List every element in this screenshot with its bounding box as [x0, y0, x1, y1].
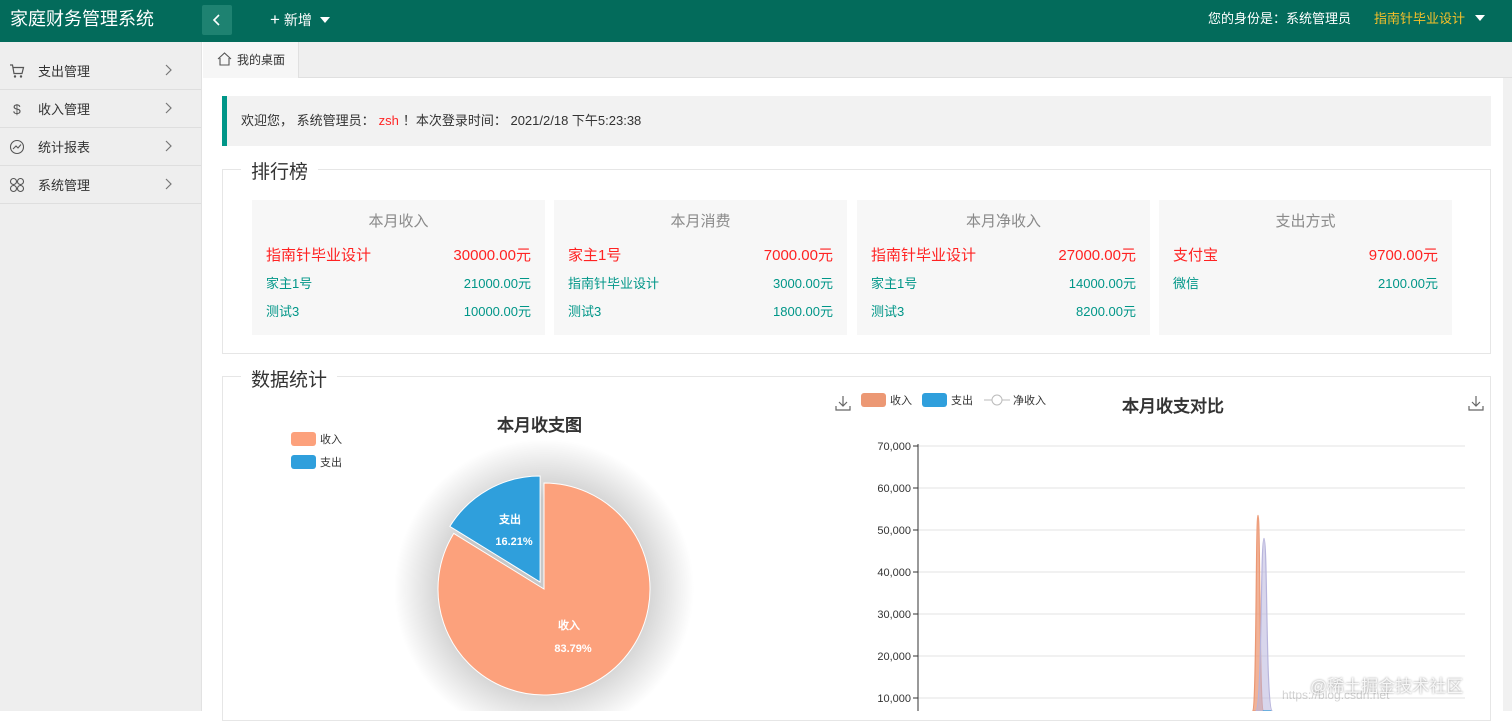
- sidebar-item-label: 系统管理: [38, 178, 91, 193]
- rank-name: 测试3: [266, 304, 300, 319]
- sidebar-item-label: 统计报表: [38, 140, 91, 155]
- stats-legend: 数据统计: [241, 365, 338, 392]
- rank-value: 30000.00元: [453, 247, 531, 264]
- area-series: [1251, 514, 1273, 711]
- chart-icon: [9, 139, 25, 155]
- area-legend-income[interactable]: 收入: [890, 392, 912, 408]
- tab-strip: 我的桌面: [203, 42, 1512, 78]
- pie-chart: 支出 16.21% 收入 83.79%: [394, 440, 694, 711]
- top-navbar: 家庭财务管理系统 + 新增 您的身份是：系统管理员 指南针毕业设计: [0, 0, 1512, 42]
- vertical-scrollbar[interactable]: [1503, 78, 1512, 711]
- rank-value: 10000.00元: [463, 304, 531, 319]
- y-tick-label: 50,000: [877, 525, 911, 537]
- legend-swatch-income[interactable]: [861, 393, 886, 407]
- rank-name: 指南针毕业设计: [266, 247, 372, 264]
- ranking-legend: 排行榜: [241, 157, 319, 184]
- rank-card-payment-method: 支出方式 支付宝 9700.00元 微信 2100.00元: [1159, 200, 1452, 335]
- rank-card-month-spending: 本月消费 家主1号 7000.00元 指南针毕业设计 3000.00元 测试3 …: [554, 200, 847, 335]
- chevron-right-icon: [165, 140, 172, 152]
- area-grid: 10,000 20,000 30,000 40,000 50,000 60,000 70,0…: [877, 441, 1465, 705]
- home-icon: [217, 52, 232, 66]
- rank-value: 8200.00元: [1076, 304, 1136, 319]
- rank-name: 测试3: [568, 304, 602, 319]
- rank-card-month-income: 本月收入 指南针毕业设计 30000.00元 家主1号 21000.00元 测试…: [252, 200, 545, 335]
- collapse-sidebar-button[interactable]: [202, 5, 232, 35]
- new-button[interactable]: + 新增: [270, 0, 330, 40]
- pie-chart-title: 本月收支图: [497, 416, 582, 435]
- download-icon[interactable]: [835, 395, 851, 411]
- plus-icon: +: [270, 10, 280, 29]
- rank-name: 指南针毕业设计: [568, 276, 660, 291]
- sidebar-item-system[interactable]: 系统管理: [0, 166, 201, 204]
- rank-name: 家主1号: [568, 247, 622, 264]
- pie-label-income-name: 收入: [558, 618, 580, 632]
- welcome-suffix: ！本次登录时间： 2021/2/18 下午5:23:38: [402, 113, 642, 128]
- rank-value: 9700.00元: [1368, 247, 1438, 264]
- rank-value: 1800.00元: [773, 304, 833, 319]
- caret-down-icon: [319, 16, 330, 23]
- y-tick-label: 40,000: [877, 567, 911, 579]
- welcome-prefix: 欢迎您， 系统管理员：: [241, 113, 375, 128]
- area-chart: 10,000 20,000 30,000 40,000 50,000 60,000 70,0…: [877, 441, 1465, 711]
- chevron-left-icon: [212, 14, 220, 26]
- download-icon[interactable]: [1468, 395, 1484, 411]
- sidebar-item-income[interactable]: $ 收入管理: [0, 90, 201, 128]
- pie-label-expense-percent: 16.21%: [495, 536, 533, 548]
- chevron-right-icon: [165, 64, 172, 76]
- sidebar-item-expense[interactable]: 支出管理: [0, 52, 201, 90]
- rank-name: 家主1号: [871, 276, 918, 291]
- cart-icon: [10, 64, 25, 78]
- dollar-icon: $: [13, 101, 21, 117]
- rank-name: 支付宝: [1173, 247, 1219, 264]
- y-tick-label: 60,000: [877, 483, 911, 495]
- area-legend-expense[interactable]: 支出: [951, 392, 973, 408]
- svg-text:$: $: [13, 101, 21, 117]
- legend-swatch-net-income[interactable]: [984, 393, 1010, 407]
- rank-name: 微信: [1173, 276, 1200, 291]
- sidebar-item-reports[interactable]: 统计报表: [0, 128, 201, 166]
- new-button-label: 新增: [283, 12, 312, 28]
- sidebar-item-label: 支出管理: [38, 64, 91, 79]
- rank-name: 测试3: [871, 304, 905, 319]
- rank-card-title: 本月收入: [368, 213, 429, 230]
- rank-value: 7000.00元: [763, 247, 833, 264]
- app-title: 家庭财务管理系统: [10, 9, 154, 29]
- y-tick-label: 30,000: [877, 609, 911, 621]
- rank-name: 指南针毕业设计: [871, 247, 977, 264]
- chevron-right-icon: [165, 178, 172, 190]
- y-tick-label: 70,000: [877, 441, 911, 453]
- rank-value: 14000.00元: [1068, 276, 1136, 291]
- rank-value: 21000.00元: [463, 276, 531, 291]
- role-label: 您的身份是：系统管理员: [1208, 11, 1352, 26]
- rank-card-title: 支出方式: [1275, 213, 1336, 230]
- watermark: @稀土掘金技术社区: [1310, 677, 1464, 696]
- welcome-banner: 欢迎您， 系统管理员： zsh ！本次登录时间： 2021/2/18 下午5:23:…: [222, 96, 1491, 146]
- rank-value: 27000.00元: [1058, 247, 1136, 264]
- tab-label: 我的桌面: [237, 53, 286, 67]
- rank-card-title: 本月消费: [670, 213, 731, 230]
- y-tick-label: 10,000: [877, 693, 911, 705]
- rank-card-month-net-income: 本月净收入 指南针毕业设计 27000.00元 家主1号 14000.00元 测…: [857, 200, 1150, 335]
- tab-my-desktop[interactable]: 我的桌面: [203, 42, 299, 78]
- legend-swatch-expense[interactable]: [922, 393, 947, 407]
- rank-name: 家主1号: [266, 276, 313, 291]
- rank-card-title: 本月净收入: [965, 213, 1041, 230]
- grid-icon: [9, 177, 25, 193]
- pie-label-income-percent: 83.79%: [554, 643, 592, 655]
- area-legend-net-income[interactable]: 净收入: [1013, 392, 1046, 408]
- rank-value: 3000.00元: [773, 276, 833, 291]
- y-tick-label: 20,000: [877, 651, 911, 663]
- user-name: 指南针毕业设计: [1374, 11, 1466, 26]
- caret-down-icon: [1474, 15, 1485, 22]
- rank-value: 2100.00元: [1378, 276, 1438, 291]
- pie-label-expense-name: 支出: [498, 512, 521, 526]
- area-chart-title: 本月收支对比: [1122, 397, 1224, 416]
- sidebar-item-label: 收入管理: [38, 102, 91, 117]
- welcome-user-name: zsh: [378, 113, 399, 128]
- sidebar: 支出管理 $ 收入管理 统计报表 系统管理: [0, 42, 202, 711]
- user-menu[interactable]: 指南针毕业设计: [1374, 0, 1485, 38]
- chevron-right-icon: [165, 102, 172, 114]
